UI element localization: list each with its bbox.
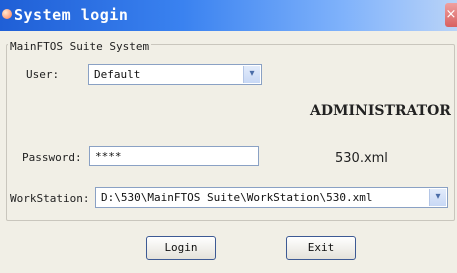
window-title: System login bbox=[14, 6, 129, 24]
user-select[interactable]: Default ▾ bbox=[88, 64, 262, 85]
workstation-select-value: D:\530\MainFTOS Suite\WorkStation\530.xm… bbox=[101, 191, 373, 204]
chevron-down-icon[interactable]: ▾ bbox=[429, 189, 446, 206]
role-label: ADMINISTRATOR bbox=[310, 103, 451, 119]
title-bar[interactable]: System login × bbox=[0, 0, 457, 31]
workstation-select[interactable]: D:\530\MainFTOS Suite\WorkStation\530.xm… bbox=[95, 187, 448, 208]
login-window: System login × MainFTOS Suite System Use… bbox=[0, 0, 457, 273]
workstation-label: WorkStation: bbox=[10, 192, 90, 205]
password-field[interactable]: **** bbox=[89, 146, 259, 166]
group-title: MainFTOS Suite System bbox=[8, 40, 152, 53]
close-button[interactable]: × bbox=[445, 3, 457, 27]
config-file-label: 530.xml bbox=[335, 151, 388, 166]
password-value: **** bbox=[95, 150, 122, 163]
user-label: User: bbox=[26, 68, 60, 81]
app-icon bbox=[2, 9, 12, 19]
chevron-down-icon[interactable]: ▾ bbox=[243, 66, 260, 83]
user-select-value: Default bbox=[94, 68, 141, 81]
exit-button[interactable]: Exit bbox=[286, 236, 356, 260]
password-label: Password: bbox=[22, 151, 82, 164]
login-button[interactable]: Login bbox=[146, 236, 216, 260]
